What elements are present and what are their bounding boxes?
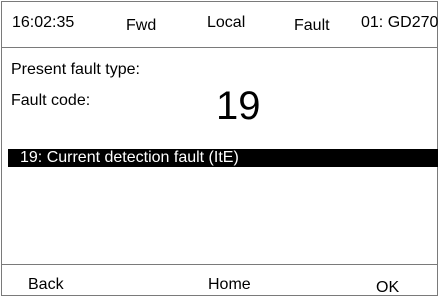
status-time: 16:02:35 [12, 14, 75, 31]
status-bar: 16:02:35 Fwd Local Fault 01: GD270 [1, 1, 438, 48]
fault-description-row[interactable]: 19: Current detection fault (ItE) [8, 149, 438, 167]
back-button[interactable]: Back [28, 276, 64, 294]
status-control-mode: Local [207, 14, 246, 31]
status-direction: Fwd [126, 17, 157, 34]
ok-button[interactable]: OK [376, 279, 399, 297]
fault-code-value: 19 [216, 84, 261, 128]
home-button[interactable]: Home [208, 276, 251, 294]
fault-type-label: Present fault type: [11, 61, 140, 78]
fault-code-label: Fault code: [11, 92, 91, 109]
softkey-bar: Back Home OK [1, 264, 438, 296]
status-device: 01: GD270 [361, 14, 439, 31]
status-state: Fault [294, 17, 330, 34]
